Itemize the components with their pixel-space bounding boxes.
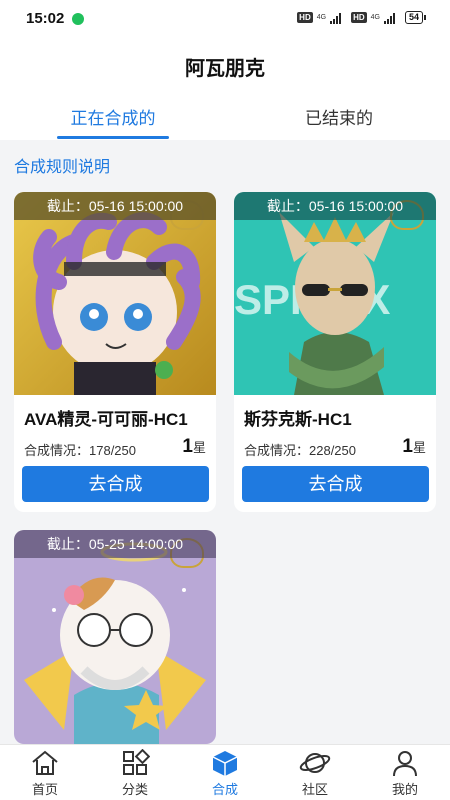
nav-label: 我的 (391, 782, 418, 797)
synthesize-button[interactable]: 去合成 (242, 466, 429, 502)
wechat-notification-icon (72, 13, 84, 25)
deadline-label: 截止：05-16 15:00:00 (14, 192, 216, 220)
nft-image-sphinx[interactable]: SPHINX 截止：05-16 15:00:00 (234, 192, 436, 395)
card-name: 斯芬克斯-HC1 (244, 410, 352, 429)
nav-community[interactable]: 社区 (280, 749, 350, 798)
nav-profile[interactable]: 我的 (370, 749, 440, 798)
card-progress: 合成情况：228/250 (244, 443, 356, 458)
battery-level: 54 (404, 11, 423, 24)
deadline-label: 截止：05-25 14:00:00 (14, 530, 216, 558)
stars-unit: 星 (192, 440, 206, 455)
rules-link[interactable]: 合成规则说明 (14, 153, 110, 177)
deadline-label: 截止：05-16 15:00:00 (234, 192, 436, 220)
home-icon (32, 750, 58, 775)
card-name: AVA精灵-可可丽-HC1 (24, 410, 188, 429)
network-type: 4G (316, 13, 327, 21)
synthesis-card[interactable]: 截止：05-25 14:00:00 (14, 530, 216, 744)
planet-icon (299, 753, 331, 773)
synthesize-button[interactable]: 去合成 (22, 466, 209, 502)
page-title: 阿瓦朋克 (185, 58, 265, 80)
grid-icon (123, 749, 150, 775)
synthesis-card[interactable]: SPHINX 截止：05-16 15:00:00 斯芬克斯-HC1 合成情况：2… (234, 192, 436, 512)
tab-synthesizing[interactable]: 正在合成的 (38, 104, 188, 129)
nav-label: 社区 (301, 782, 328, 797)
nav-label: 合成 (211, 782, 238, 797)
stars-unit: 星 (412, 440, 426, 455)
network-type-2: 4G (370, 13, 380, 21)
status-time: 15:02 (26, 10, 65, 27)
cube-icon (212, 751, 238, 776)
nav-label: 分类 (121, 782, 148, 797)
signal-icon-2 (383, 12, 395, 24)
nav-label: 首页 (31, 782, 58, 797)
stars-count: 1 (182, 436, 193, 457)
stars-count: 1 (402, 436, 413, 457)
status-bar: 15:02 HD 4G HD 4G 54 (0, 0, 450, 40)
app-header: 阿瓦朋克 正在合成的 已结束的 (0, 40, 450, 140)
nav-synthesize[interactable]: 合成 (190, 749, 260, 798)
card-progress: 合成情况：178/250 (24, 443, 136, 458)
bottom-nav: 首页 分类 合成 社区 我的 (0, 744, 450, 800)
tab-ended[interactable]: 已结束的 (264, 104, 414, 129)
tab-active-indicator (57, 136, 169, 139)
nft-image-angel-cat[interactable]: 截止：05-25 14:00:00 (14, 530, 216, 744)
hd-badge: HD (297, 12, 313, 23)
nft-image-medusa[interactable]: 截止：05-16 15:00:00 (14, 192, 216, 395)
signal-icon (330, 12, 342, 24)
synthesis-card[interactable]: 截止：05-16 15:00:00 AVA精灵-可可丽-HC1 合成情况：178… (14, 192, 216, 512)
person-icon (393, 751, 417, 777)
card-stars: 1星 (182, 436, 206, 458)
hd-badge-2: HD (351, 12, 367, 23)
nav-category[interactable]: 分类 (100, 749, 170, 798)
card-stars: 1星 (402, 436, 426, 458)
status-indicators: HD 4G HD 4G 54 (297, 11, 426, 24)
nav-home[interactable]: 首页 (10, 749, 80, 798)
battery-icon: 54 (404, 11, 426, 24)
